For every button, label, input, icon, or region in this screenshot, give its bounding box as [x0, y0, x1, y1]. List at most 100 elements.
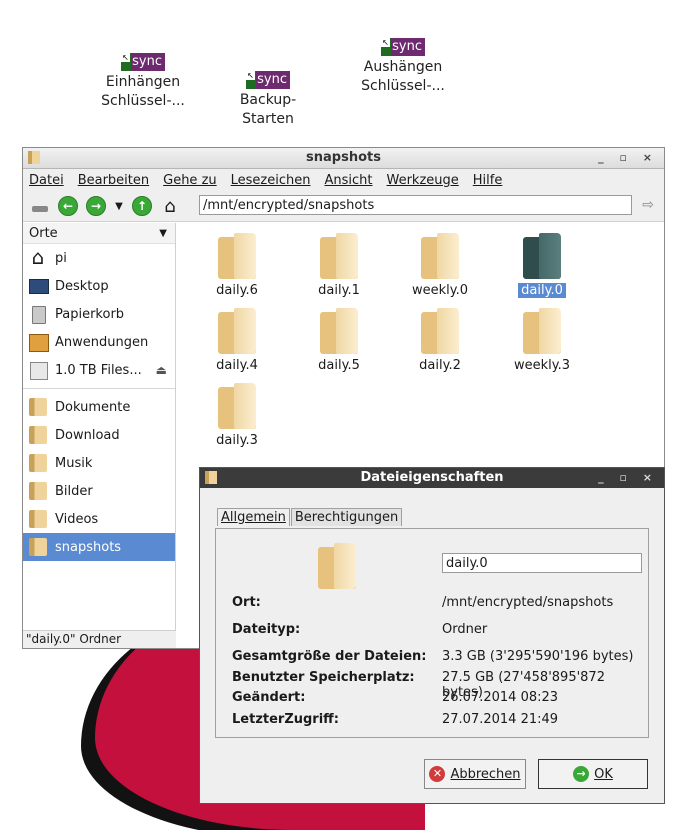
sidebar-item-videos[interactable]: Videos [23, 505, 175, 533]
dialog-titlebar[interactable]: Dateieigenschaften _ ▫ × [200, 468, 664, 488]
folder-icon [218, 233, 256, 279]
desktop-icon-unmount-key[interactable]: ↖ sync Aushängen Schlüssel-... [343, 37, 463, 96]
sidebar-item-home[interactable]: ⌂ pi [23, 244, 175, 272]
sidebar-item-label: Bilder [55, 483, 93, 499]
folder-item[interactable]: weekly.3 [492, 308, 592, 373]
folder-name: weekly.0 [411, 283, 468, 298]
up-button[interactable]: ↑ [131, 195, 153, 217]
ok-label: OK [594, 766, 613, 782]
sidebar-item-bilder[interactable]: Bilder [23, 477, 175, 505]
window-controls[interactable]: _ ▫ × [598, 148, 658, 168]
dialog-tabs: Allgemein Berechtigungen [217, 508, 403, 526]
folder-icon [28, 453, 48, 473]
drive-icon [28, 360, 48, 380]
cancel-icon: ✕ [429, 766, 446, 782]
cancel-label: Abbrechen [450, 766, 521, 782]
desktop-icon-mount-key[interactable]: ↖ sync Einhängen Schlüssel-... [83, 52, 203, 111]
go-icon[interactable]: ⇨ [642, 197, 654, 213]
sidebar-item-label: Dokumente [55, 399, 131, 415]
menu-bar: Datei Bearbeiten Gehe zu Lesezeichen Ans… [23, 169, 664, 191]
back-button[interactable]: ← [57, 195, 79, 217]
chevron-down-icon: ▼ [115, 200, 123, 212]
menu-lesezeichen[interactable]: Lesezeichen [231, 173, 311, 188]
filetype-label: Dateityp: [232, 622, 301, 637]
cancel-button[interactable]: ✕ Abbrechen [424, 759, 526, 789]
filetype-value: Ordner [442, 622, 488, 637]
status-bar: "daily.0" Ordner [23, 630, 178, 648]
dialog-title: Dateieigenschaften [360, 470, 504, 485]
tab-allgemein[interactable]: Allgemein [217, 508, 290, 526]
up-arrow-icon: ↑ [132, 196, 152, 216]
menu-datei[interactable]: Datei [29, 173, 64, 188]
sidebar-item-label: 1.0 TB Files... [55, 362, 142, 378]
desktop-icon-backup-start[interactable]: ↖ sync Backup- Starten [208, 70, 328, 129]
folder-item-selected[interactable]: daily.0 [492, 233, 592, 298]
folder-item[interactable]: daily.1 [289, 233, 389, 298]
folder-item[interactable]: daily.2 [390, 308, 490, 373]
new-tab-button[interactable] [29, 195, 51, 217]
ok-button[interactable]: → OK [538, 759, 648, 789]
modified-label: Geändert: [232, 690, 306, 705]
folder-icon [421, 308, 459, 354]
folder-icon [421, 233, 459, 279]
sidebar-item-label: Papierkorb [55, 306, 125, 322]
dialog-window-controls[interactable]: _ ▫ × [598, 468, 658, 488]
folder-name: weekly.3 [513, 358, 570, 373]
sidebar-item-label: Videos [55, 511, 99, 527]
tab-berechtigungen[interactable]: Berechtigungen [290, 508, 403, 526]
window-titlebar[interactable]: snapshots _ ▫ × [23, 148, 664, 169]
home-icon: ⌂ [31, 245, 45, 269]
desktop-icon-label: Aushängen Schlüssel-... [361, 59, 445, 94]
properties-dialog: Dateieigenschaften _ ▫ × Allgemein Berec… [199, 467, 665, 804]
forward-button[interactable]: → [85, 195, 107, 217]
folder-item[interactable]: daily.3 [187, 383, 287, 448]
folder-icon [218, 383, 256, 429]
folder-item[interactable]: weekly.0 [390, 233, 490, 298]
sidebar-item-desktop[interactable]: Desktop [23, 272, 175, 300]
sidebar-item-label: Desktop [55, 278, 109, 294]
sync-icon: ↖ sync [121, 53, 165, 71]
sidebar-item-drive[interactable]: 1.0 TB Files... ⏏ [23, 356, 175, 384]
total-size-label: Gesamtgröße der Dateien: [232, 649, 427, 664]
used-space-label: Benutzter Speicherplatz: [232, 670, 415, 685]
name-field[interactable]: daily.0 [442, 553, 642, 573]
new-tab-icon [32, 206, 48, 212]
folder-icon [28, 537, 48, 557]
last-access-label: LetzterZugriff: [232, 712, 339, 727]
folder-icon [320, 308, 358, 354]
desktop-icon-label: Einhängen Schlüssel-... [101, 74, 185, 109]
folder-item[interactable]: daily.6 [187, 233, 287, 298]
folder-name: daily.1 [318, 283, 360, 298]
folder-item[interactable]: daily.5 [289, 308, 389, 373]
eject-icon[interactable]: ⏏ [156, 363, 167, 377]
sidebar-item-label: pi [55, 250, 67, 266]
folder-icon [28, 151, 40, 171]
location-label: Ort: [232, 595, 261, 610]
chevron-down-icon: ▼ [159, 227, 167, 239]
menu-hilfe[interactable]: Hilfe [473, 173, 503, 188]
sidebar-item-label: Download [55, 427, 120, 443]
sidebar-item-trash[interactable]: Papierkorb [23, 300, 175, 328]
sidebar-item-dokumente[interactable]: Dokumente [23, 393, 175, 421]
menu-werkzeuge[interactable]: Werkzeuge [387, 173, 459, 188]
menu-ansicht[interactable]: Ansicht [324, 173, 372, 188]
folder-item[interactable]: daily.4 [187, 308, 287, 373]
menu-gehe-zu[interactable]: Gehe zu [163, 173, 217, 188]
location-input[interactable]: /mnt/encrypted/snapshots [199, 195, 632, 215]
home-button[interactable]: ⌂ [159, 195, 181, 217]
sync-icon: ↖ sync [246, 71, 290, 89]
side-pane-mode: Orte [29, 225, 58, 241]
window-title: snapshots [306, 150, 381, 165]
menu-bearbeiten[interactable]: Bearbeiten [78, 173, 149, 188]
modified-value: 26.07.2014 08:23 [442, 690, 559, 705]
history-dropdown[interactable]: ▼ [113, 195, 125, 217]
sidebar-item-download[interactable]: Download [23, 421, 175, 449]
sidebar-item-applications[interactable]: Anwendungen [23, 328, 175, 356]
folder-icon [28, 481, 48, 501]
side-pane-header[interactable]: Orte ▼ [23, 223, 175, 244]
applications-icon [28, 332, 49, 352]
sidebar-item-musik[interactable]: Musik [23, 449, 175, 477]
folder-name: daily.2 [419, 358, 461, 373]
sidebar-item-snapshots[interactable]: snapshots [23, 533, 175, 561]
sidebar-item-label: Musik [55, 455, 93, 471]
